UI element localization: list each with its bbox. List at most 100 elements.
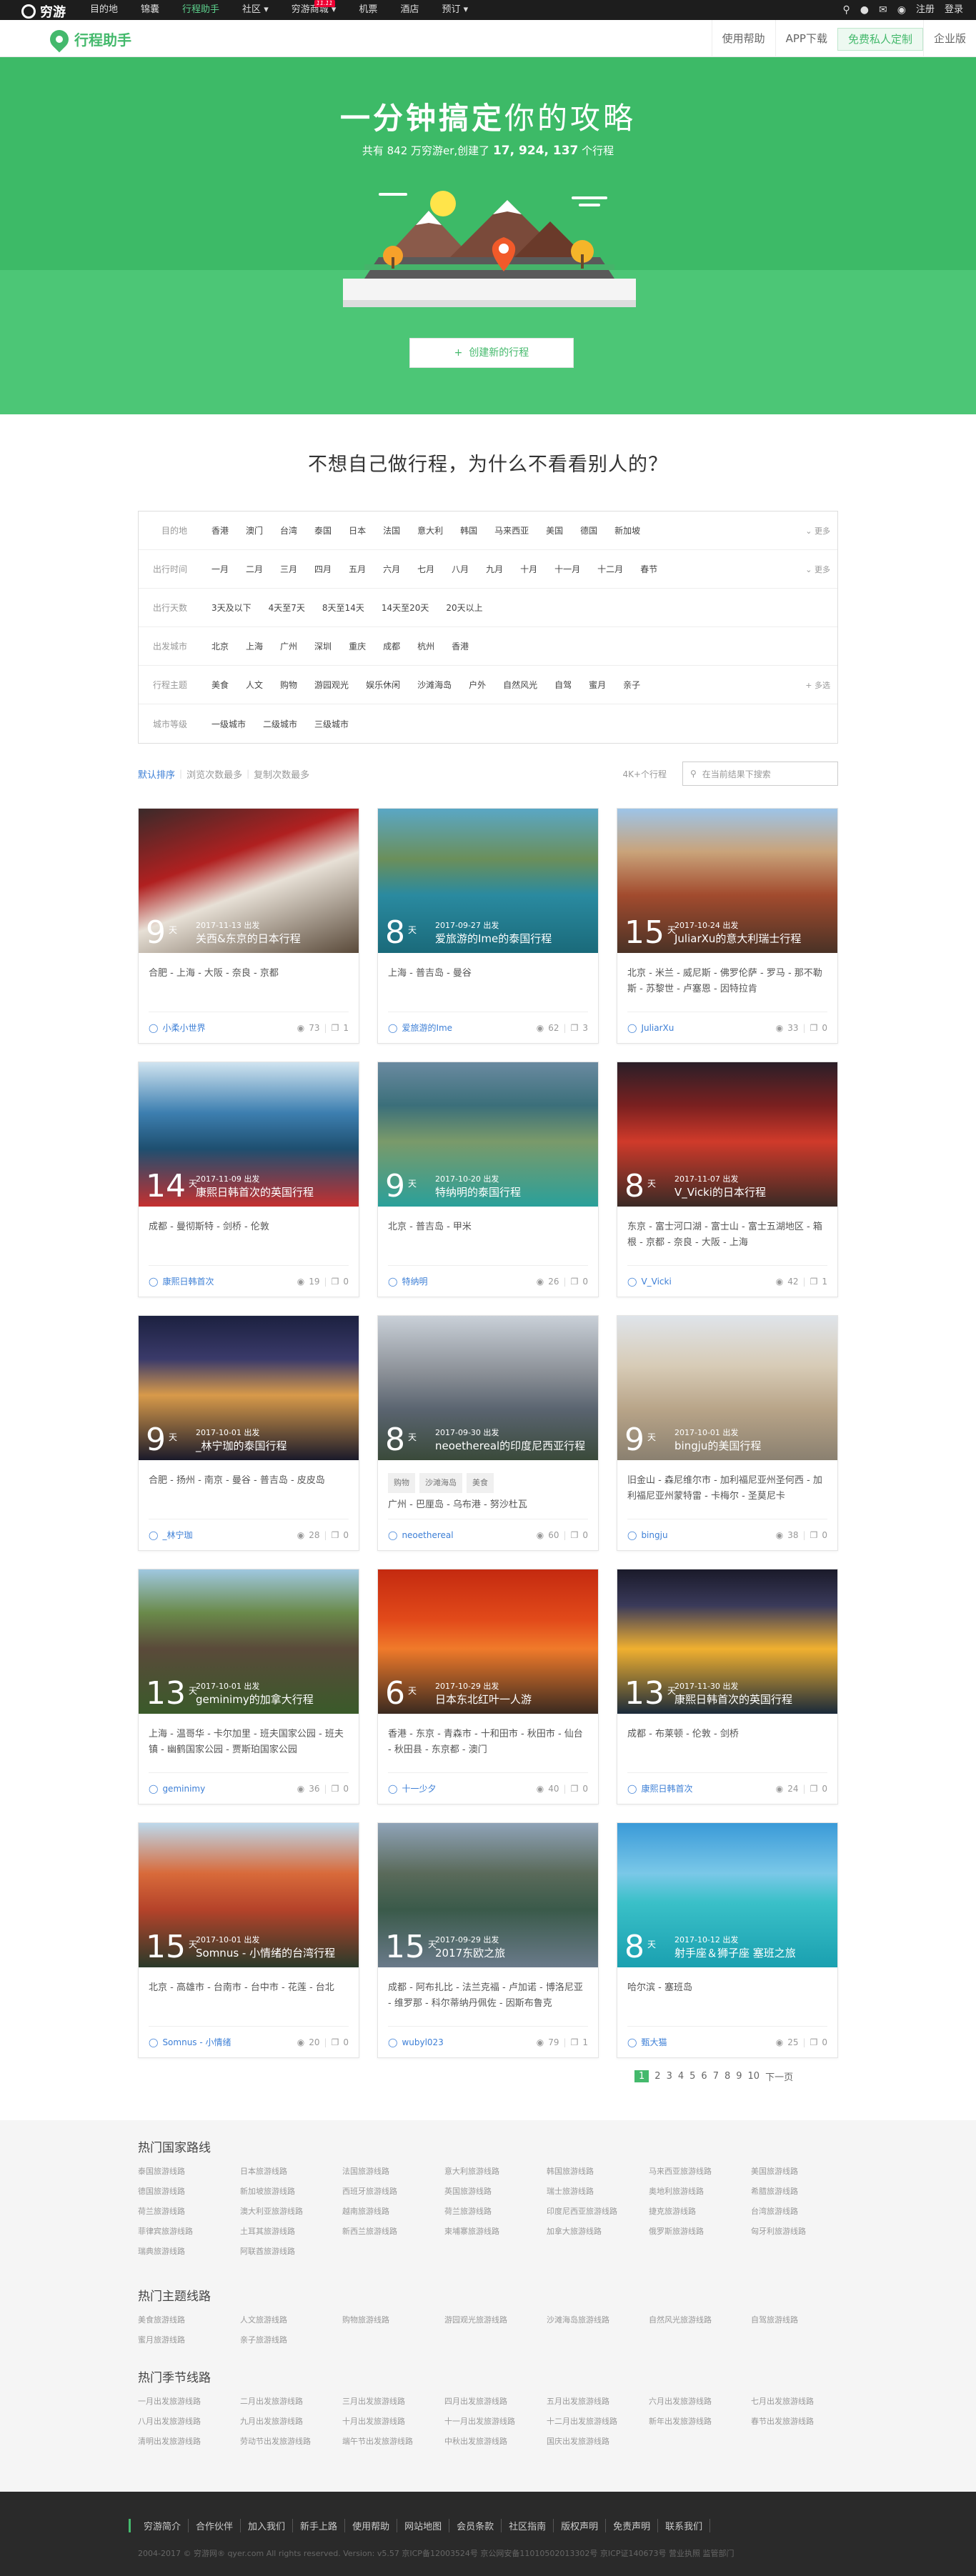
filter-option[interactable]: 人文 [237, 679, 272, 691]
route-link[interactable]: 二月出发旅游线路 [240, 2395, 342, 2407]
filter-option[interactable]: 一月 [203, 563, 237, 575]
route-link[interactable]: 瑞士旅游线路 [547, 2185, 649, 2197]
filter-option[interactable]: 杭州 [409, 640, 443, 652]
filter-option[interactable]: 亲子 [614, 679, 649, 691]
trip-author[interactable]: ◯ 康熙日韩首次 [149, 1275, 297, 1287]
route-link[interactable]: 十二月出发旅游线路 [547, 2415, 649, 2427]
trip-card[interactable]: 9天 2017-10-01 出发 _林宁珈的泰国行程 合肥 - 扬州 - 南京 … [138, 1315, 359, 1551]
route-link[interactable]: 自驾旅游线路 [751, 2314, 853, 2325]
filter-option[interactable]: 沙滩海岛 [409, 679, 460, 691]
sort-default[interactable]: 默认排序 [138, 767, 175, 781]
page-link[interactable]: 4 [678, 2071, 684, 2082]
filter-option[interactable]: 重庆 [340, 640, 374, 652]
filter-option[interactable]: 8天至14天 [314, 601, 373, 614]
filter-option[interactable]: 泰国 [306, 524, 340, 536]
search-input[interactable]: ⚲ 在当前结果下搜索 [682, 762, 838, 786]
filter-option[interactable]: 4天至7天 [260, 601, 314, 614]
route-link[interactable]: 越南旅游线路 [342, 2205, 444, 2217]
trip-cover-image[interactable]: 8天 2017-09-27 出发 爱旅游的Ime的泰国行程 [378, 809, 598, 953]
route-link[interactable]: 西班牙旅游线路 [342, 2185, 444, 2197]
trip-cover-image[interactable]: 9天 2017-10-01 出发 _林宁珈的泰国行程 [139, 1316, 359, 1460]
filter-option[interactable]: 成都 [374, 640, 409, 652]
trip-cover-image[interactable]: 9天 2017-11-13 出发 关西&东京的日本行程 [139, 809, 359, 953]
nav-hotels[interactable]: 酒店 [389, 0, 430, 20]
nav-community[interactable]: 社区 ▾ [231, 0, 280, 20]
route-link[interactable]: 自然风光旅游线路 [649, 2314, 751, 2325]
route-link[interactable]: 劳动节出发旅游线路 [240, 2435, 342, 2447]
nav-mall[interactable]: 穷游商城 ▾ 11.11 [280, 0, 348, 20]
trip-card[interactable]: 15 天 2017-09-29 出发 2017东欧之旅 成都 - 阿布扎比 - 法… [377, 1822, 599, 2058]
filter-option[interactable]: 新加坡 [606, 524, 649, 536]
trip-cover-image[interactable]: 13 天 2017-11-30 出发 康熙日韩首次的英国行程 [617, 1569, 837, 1714]
more-toggle[interactable]: ⌄ 更多 [805, 525, 830, 536]
route-link[interactable]: 五月出发旅游线路 [547, 2395, 649, 2407]
trip-title[interactable]: 射手座＆狮子座 塞班之旅 [674, 1945, 796, 1960]
filter-option[interactable]: 自然风光 [494, 679, 546, 691]
route-link[interactable]: 意大利旅游线路 [444, 2165, 547, 2177]
route-link[interactable]: 马来西亚旅游线路 [649, 2165, 751, 2177]
filter-option[interactable]: 春节 [632, 563, 666, 575]
trip-card[interactable]: 15 天 2017-10-24 出发 JuliarXu的意大利瑞士行程 北京 - … [617, 808, 838, 1044]
route-link[interactable]: 英国旅游线路 [444, 2185, 547, 2197]
filter-option[interactable]: 深圳 [306, 640, 340, 652]
route-link[interactable]: 购物旅游线路 [342, 2314, 444, 2325]
page-link[interactable]: 3 [667, 2071, 672, 2082]
route-link[interactable]: 韩国旅游线路 [547, 2165, 649, 2177]
filter-option[interactable]: 十二月 [589, 563, 632, 575]
trip-author[interactable]: ◯ bingju [627, 1530, 776, 1540]
route-link[interactable]: 春节出发旅游线路 [751, 2415, 853, 2427]
route-link[interactable]: 新西兰旅游线路 [342, 2225, 444, 2237]
footer-link[interactable]: 版权声明 [554, 2519, 607, 2532]
planner-brand[interactable]: 行程助手 [46, 26, 131, 52]
footer-link[interactable]: 新手上路 [293, 2519, 346, 2532]
route-link[interactable]: 加拿大旅游线路 [547, 2225, 649, 2237]
footer-link[interactable]: 穷游简介 [136, 2519, 189, 2532]
chat-icon[interactable]: ◉ [897, 0, 906, 20]
filter-option[interactable]: 香港 [443, 640, 477, 652]
trip-author[interactable]: ◯ 小柔小世界 [149, 1022, 297, 1034]
nav-booking[interactable]: 预订 ▾ [430, 0, 479, 20]
trip-title[interactable]: _林宁珈的泰国行程 [196, 1438, 287, 1453]
trip-title[interactable]: 康熙日韩首次的英国行程 [674, 1692, 792, 1707]
route-link[interactable]: 台湾旅游线路 [751, 2205, 853, 2217]
route-link[interactable]: 瑞典旅游线路 [138, 2245, 240, 2257]
multi-select-toggle[interactable]: + 多选 [805, 679, 830, 691]
filter-option[interactable]: 台湾 [272, 524, 306, 536]
more-toggle[interactable]: ⌄ 更多 [805, 564, 830, 575]
page-link[interactable]: 7 [713, 2071, 719, 2082]
filter-option[interactable]: 香港 [203, 524, 237, 536]
filter-option[interactable]: 广州 [272, 640, 306, 652]
filter-option[interactable]: 购物 [272, 679, 306, 691]
trip-card[interactable]: 9天 2017-11-13 出发 关西&东京的日本行程 合肥 - 上海 - 大阪… [138, 808, 359, 1044]
trip-title[interactable]: 2017东欧之旅 [435, 1945, 505, 1960]
filter-option[interactable]: 一级城市 [203, 718, 254, 730]
trip-card[interactable]: 9天 2017-10-01 出发 bingju的美国行程 旧金山 - 森尼维尔市… [617, 1315, 838, 1551]
filter-option[interactable]: 北京 [203, 640, 237, 652]
filter-option[interactable]: 十一月 [546, 563, 589, 575]
filter-option[interactable]: 九月 [477, 563, 512, 575]
route-link[interactable]: 七月出发旅游线路 [751, 2395, 853, 2407]
trip-card[interactable]: 8天 2017-10-12 出发 射手座＆狮子座 塞班之旅 哈尔滨 - 塞班岛 … [617, 1822, 838, 2058]
filter-option[interactable]: 马来西亚 [486, 524, 537, 536]
help-link[interactable]: 使用帮助 [711, 20, 775, 57]
trip-cover-image[interactable]: 15 天 2017-09-29 出发 2017东欧之旅 [378, 1823, 598, 1967]
app-download-link[interactable]: APP下载 [775, 20, 837, 57]
filter-option[interactable]: 14天至20天 [373, 601, 438, 614]
page-link[interactable]: 9 [736, 2071, 742, 2082]
route-link[interactable]: 端午节出发旅游线路 [342, 2435, 444, 2447]
nav-flights[interactable]: 机票 [347, 0, 389, 20]
trip-author[interactable]: ◯ V_Vicki [627, 1277, 776, 1287]
trip-cover-image[interactable]: 8天 2017-10-12 出发 射手座＆狮子座 塞班之旅 [617, 1823, 837, 1967]
route-link[interactable]: 泰国旅游线路 [138, 2165, 240, 2177]
filter-option[interactable]: 五月 [340, 563, 374, 575]
filter-option[interactable]: 三级城市 [306, 718, 357, 730]
trip-cover-image[interactable]: 6天 2017-10-29 出发 日本东北红叶一人游 [378, 1569, 598, 1714]
route-link[interactable]: 蜜月旅游线路 [138, 2334, 240, 2345]
sort-copies[interactable]: 复制次数最多 [254, 767, 309, 781]
filter-option[interactable]: 澳门 [237, 524, 272, 536]
footer-link[interactable]: 联系我们 [658, 2519, 711, 2532]
trip-cover-image[interactable]: 14 天 2017-11-09 出发 康熙日韩首次的英国行程 [139, 1062, 359, 1207]
route-link[interactable]: 荷兰旅游线路 [444, 2205, 547, 2217]
trip-author[interactable]: ◯ JuliarXu [627, 1023, 776, 1033]
route-link[interactable]: 匈牙利旅游线路 [751, 2225, 853, 2237]
